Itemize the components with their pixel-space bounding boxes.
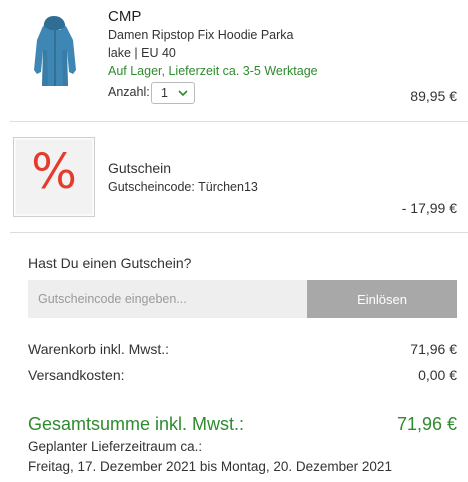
subtotal-label: Warenkorb inkl. Mwst.: [28, 341, 170, 357]
shipping-label: Versandkosten: [28, 367, 125, 383]
total-value: 71,96 € [396, 414, 457, 434]
total-label: Gesamtsumme inkl. Mwst.: [28, 414, 245, 434]
voucher-question: Hast Du einen Gutschein? [28, 255, 192, 271]
subtotal-value: 71,96 € [410, 341, 457, 357]
redeem-button[interactable]: Einlösen [307, 280, 457, 318]
parka-icon [34, 16, 76, 86]
availability-status: Auf Lager, Lieferzeit ca. 3-5 Werktage [108, 64, 318, 78]
quantity-value: 1 [161, 86, 168, 100]
delivery-label: Geplanter Lieferzeitraum ca.: [28, 439, 203, 454]
voucher-code-input[interactable] [28, 280, 307, 318]
voucher-discount: - 17,99 € [401, 200, 457, 216]
quantity-label: Anzahl: [108, 85, 150, 99]
product-price: 89,95 € [410, 88, 457, 104]
percent-icon: % [31, 144, 77, 200]
product-name[interactable]: Damen Ripstop Fix Hoodie Parka [108, 28, 294, 42]
chevron-down-icon [178, 90, 188, 97]
product-variant: lake | EU 40 [108, 46, 176, 60]
voucher-image: % [13, 137, 95, 217]
divider [10, 121, 468, 122]
product-brand[interactable]: CMP [108, 8, 141, 25]
voucher-code: Gutscheincode: Türchen13 [108, 180, 258, 194]
voucher-title: Gutschein [108, 160, 172, 176]
delivery-range: Freitag, 17. Dezember 2021 bis Montag, 2… [28, 459, 392, 474]
product-image[interactable] [10, 10, 100, 90]
divider [10, 232, 468, 233]
quantity-select[interactable]: 1 [151, 82, 195, 104]
shipping-value: 0,00 € [418, 367, 457, 383]
